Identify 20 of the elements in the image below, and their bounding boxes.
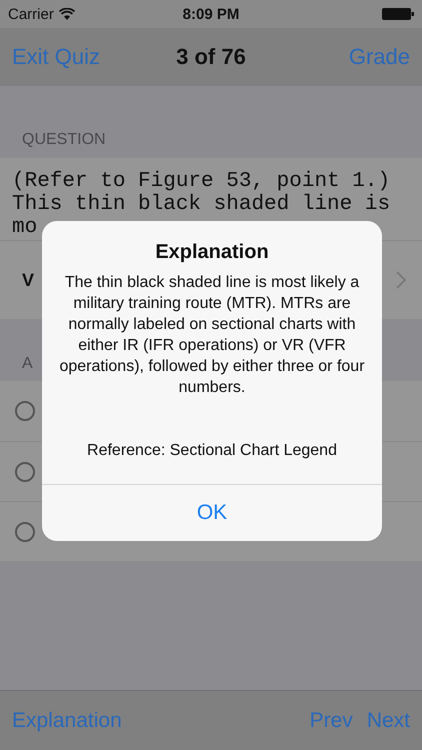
radio-button[interactable]	[15, 462, 35, 482]
radio-button[interactable]	[15, 522, 35, 542]
carrier-label: Carrier	[8, 6, 54, 22]
alert-message: The thin black shaded line is most likely a military training route (MTR). MTRs are normally labeled on sectional charts with either IR (IFR operations) or VR (VFR operations), followed by either three or four numbers.	[58, 273, 366, 398]
section-header: QUESTION	[22, 131, 106, 149]
battery-icon	[382, 8, 414, 20]
question-counter: 3 of 76	[176, 44, 246, 70]
explanation-button[interactable]: Explanation	[12, 708, 122, 732]
chevron-icon	[396, 271, 406, 289]
status-time: 8:09 PM	[182, 6, 240, 22]
ok-button[interactable]: OK	[42, 484, 382, 541]
radio-button[interactable]	[15, 401, 35, 421]
wifi-icon	[58, 8, 75, 20]
section-header: A	[22, 355, 33, 373]
exit-quiz-button[interactable]: Exit Quiz	[12, 44, 176, 70]
prev-button[interactable]: Prev	[310, 708, 353, 732]
next-button[interactable]: Next	[366, 708, 410, 732]
reference-text: Reference: Sectional Chart Legend	[86, 441, 338, 461]
grade-button[interactable]: Grade	[348, 44, 410, 70]
alert-title: Explanation	[154, 240, 270, 265]
